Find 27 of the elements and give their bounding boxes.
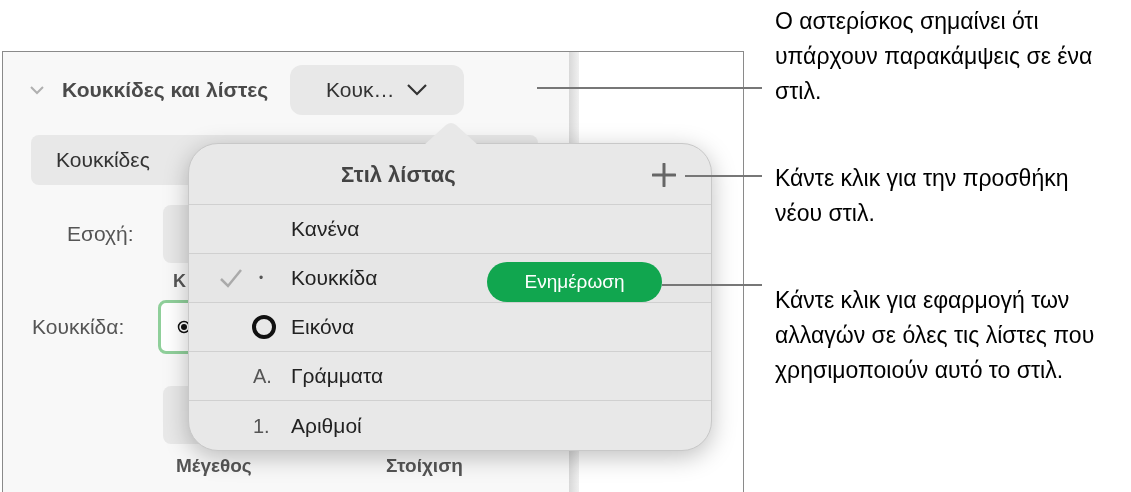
- list-style-item[interactable]: Εικόνα: [189, 303, 711, 352]
- footer-label: Μέγεθος: [176, 454, 253, 478]
- style-dropdown[interactable]: Κουκ…: [290, 65, 465, 115]
- list-style-item[interactable]: A. Γράμματα: [189, 352, 711, 401]
- bullet-label: Κουκκίδα:: [32, 314, 126, 341]
- item-label: Κανένα: [291, 216, 360, 243]
- list-marker: A.: [253, 364, 272, 389]
- list-style-item[interactable]: 1. Αριθμοί: [189, 401, 711, 450]
- item-label: Κουκκίδα: [291, 265, 378, 292]
- list-style-item[interactable]: • Κουκκίδα Ενημέρωση: [189, 254, 711, 303]
- indent-label: Εσοχή:: [67, 221, 135, 248]
- callout-text: Κάντε κλικ για εφαρμογή των αλλαγών σε όλες τις λίστες που χρησιμοποιούν αυτό το στιλ.: [775, 286, 1096, 385]
- bullet-icon: [177, 320, 191, 334]
- section-title: Κουκκίδες και λίστες: [62, 77, 269, 104]
- item-label: Γράμματα: [291, 363, 384, 390]
- column-heading: Κ: [173, 270, 186, 293]
- callout-text: Κάντε κλικ για την προσθήκη νέου στιλ.: [775, 164, 1070, 228]
- popover-title: Στιλ λίστας: [341, 160, 456, 189]
- callout-text: Ο αστερίσκος σημαίνει ότι υπάρχουν παρακάμψεις σε ένα στιλ.: [775, 7, 1094, 106]
- chevron-icon: [406, 83, 429, 97]
- item-label: Εικόνα: [291, 314, 355, 341]
- list-marker: •: [259, 270, 264, 287]
- plus-icon[interactable]: [652, 163, 676, 187]
- footer-label: Στοίχιση: [386, 454, 463, 478]
- list-marker: 1.: [253, 413, 270, 439]
- item-label: Αριθμοί: [291, 412, 362, 439]
- circle-icon: [251, 314, 277, 340]
